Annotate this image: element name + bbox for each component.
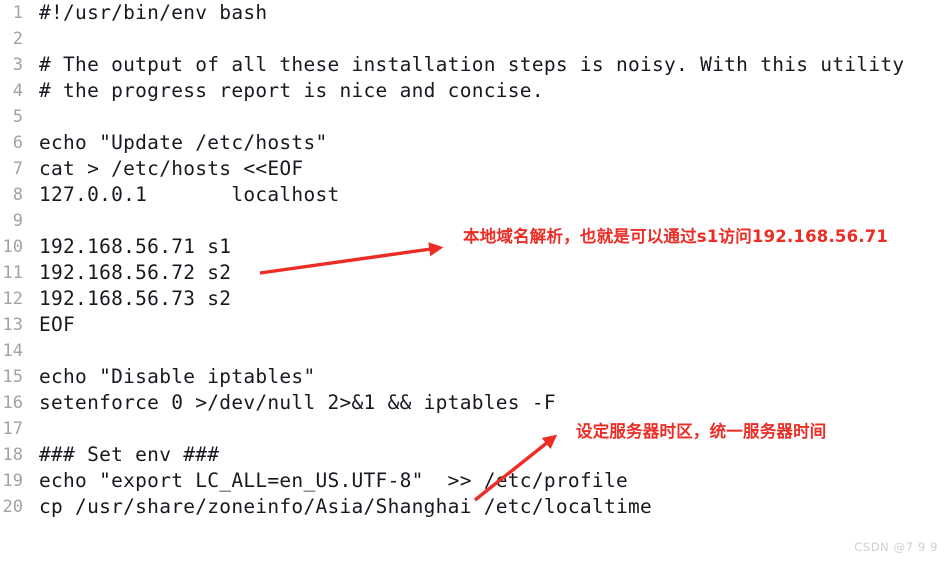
line-content[interactable]: # The output of all these installation s…	[39, 52, 904, 78]
line-number: 14	[2, 341, 23, 361]
line-number: 6	[12, 133, 23, 153]
line-number: 7	[12, 159, 23, 179]
line-content[interactable]: # the progress report is nice and concis…	[39, 78, 544, 104]
code-line[interactable]: 11 192.168.56.72 s2	[0, 260, 946, 286]
line-content[interactable]: echo "Update /etc/hosts"	[39, 130, 327, 156]
line-number: 3	[12, 55, 23, 75]
line-number: 11	[2, 263, 23, 283]
code-line[interactable]: 16 setenforce 0 >/dev/null 2>&1 && iptabl…	[0, 390, 946, 416]
line-content[interactable]: 192.168.56.72 s2	[39, 260, 231, 286]
line-number: 16	[2, 393, 23, 413]
line-number: 19	[2, 471, 23, 491]
watermark: CSDN @7 9 9	[854, 540, 938, 554]
line-number: 1	[12, 3, 23, 23]
line-content[interactable]: setenforce 0 >/dev/null 2>&1 && iptables…	[39, 390, 556, 416]
line-number: 17	[2, 419, 23, 439]
code-line[interactable]: 7 cat > /etc/hosts <<EOF	[0, 156, 946, 182]
line-content[interactable]: echo "export LC_ALL=en_US.UTF-8" >> /etc…	[39, 468, 628, 494]
line-content[interactable]: 127.0.0.1 localhost	[39, 182, 340, 208]
line-number: 12	[2, 289, 23, 309]
line-content[interactable]: cat > /etc/hosts <<EOF	[39, 156, 303, 182]
line-number: 2	[12, 29, 23, 49]
line-number: 18	[2, 445, 23, 465]
line-number: 8	[12, 185, 23, 205]
line-number: 9	[12, 211, 23, 231]
line-content[interactable]: cp /usr/share/zoneinfo/Asia/Shanghai /et…	[39, 494, 652, 520]
line-number: 20	[2, 497, 23, 517]
code-line[interactable]: 8 127.0.0.1 localhost	[0, 182, 946, 208]
line-number: 13	[2, 315, 23, 335]
annotation-text-timezone: 设定服务器时区，统一服务器时间	[576, 422, 827, 441]
annotation-text-local-dns: 本地域名解析，也就是可以通过s1访问192.168.56.71	[463, 227, 889, 246]
code-line[interactable]: 20 cp /usr/share/zoneinfo/Asia/Shanghai /…	[0, 494, 946, 520]
screenshot-canvas: 1 #!/usr/bin/env bash 2 3 # The output of al…	[0, 0, 946, 563]
line-number: 15	[2, 367, 23, 387]
code-line[interactable]: 3 # The output of all these installation …	[0, 52, 946, 78]
line-content[interactable]: EOF	[39, 312, 75, 338]
code-line[interactable]: 2	[0, 26, 946, 52]
line-content[interactable]: 192.168.56.71 s1	[39, 234, 231, 260]
code-line[interactable]: 4 # the progress report is nice and conci…	[0, 78, 946, 104]
code-line[interactable]: 12 192.168.56.73 s2	[0, 286, 946, 312]
line-content[interactable]: echo "Disable iptables"	[39, 364, 315, 390]
line-number: 10	[2, 237, 23, 257]
code-line[interactable]: 15 echo "Disable iptables"	[0, 364, 946, 390]
code-line[interactable]: 1 #!/usr/bin/env bash	[0, 0, 946, 26]
code-line[interactable]: 13 EOF	[0, 312, 946, 338]
code-line[interactable]: 5	[0, 104, 946, 130]
line-content[interactable]: ### Set env ###	[39, 442, 219, 468]
code-line[interactable]: 19 echo "export LC_ALL=en_US.UTF-8" >> /e…	[0, 468, 946, 494]
line-content[interactable]: #!/usr/bin/env bash	[39, 0, 267, 26]
line-content[interactable]: 192.168.56.73 s2	[39, 286, 231, 312]
code-line[interactable]: 14	[0, 338, 946, 364]
line-number: 5	[12, 107, 23, 127]
line-number: 4	[12, 81, 23, 101]
code-line[interactable]: 18 ### Set env ###	[0, 442, 946, 468]
code-listing[interactable]: 1 #!/usr/bin/env bash 2 3 # The output of al…	[0, 0, 946, 530]
code-line[interactable]: 6 echo "Update /etc/hosts"	[0, 130, 946, 156]
